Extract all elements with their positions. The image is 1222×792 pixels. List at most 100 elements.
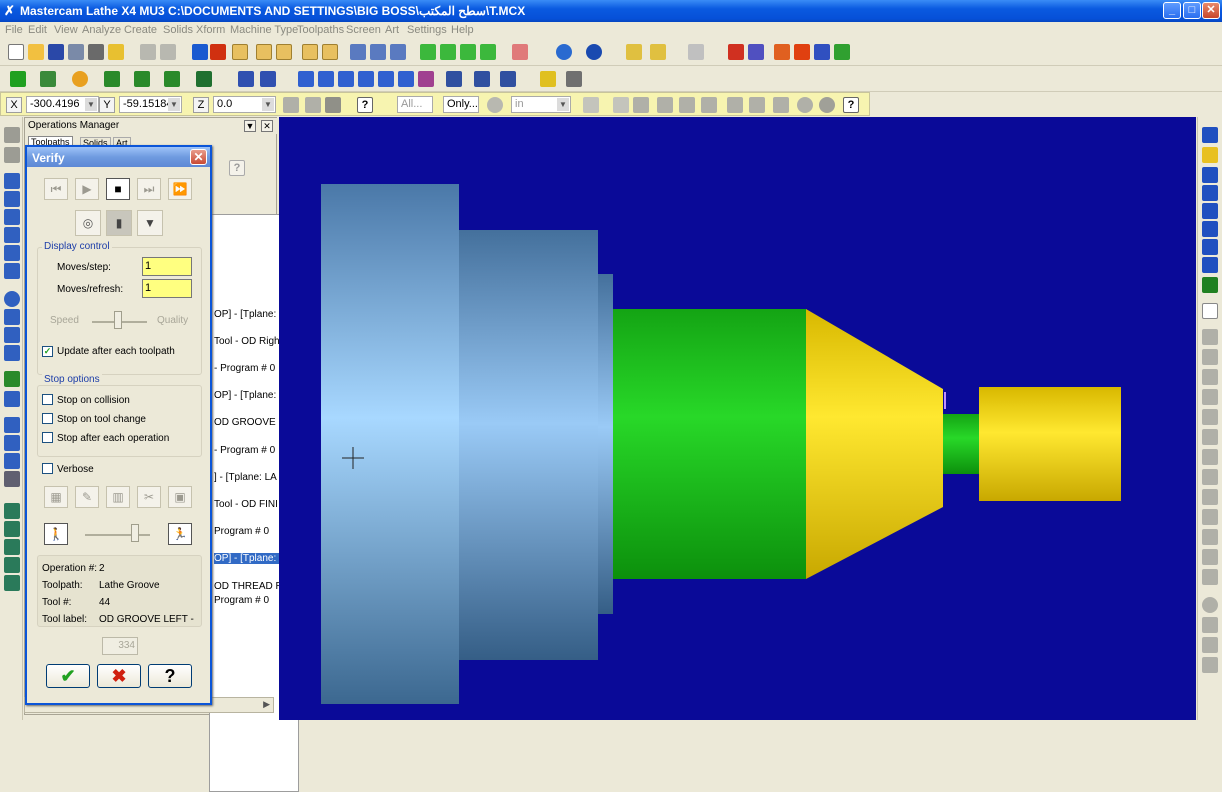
array-tool-icon[interactable] xyxy=(4,327,20,343)
surface-tool-icon[interactable] xyxy=(4,227,20,243)
disabled-icon-7[interactable] xyxy=(1202,449,1218,465)
fit-view-icon[interactable] xyxy=(192,44,208,60)
solid-tool-icon[interactable]: ▮ xyxy=(106,210,132,236)
fast-point-icon[interactable] xyxy=(283,97,299,113)
x-coord-input[interactable]: -300.4196 ▼ xyxy=(26,96,99,113)
verify-close-button[interactable]: ✕ xyxy=(190,149,207,165)
loft-tool-icon[interactable] xyxy=(4,521,20,537)
toolpath-icon-2[interactable] xyxy=(1202,147,1218,163)
spring-tool-icon[interactable] xyxy=(4,345,20,361)
toolpath-icon-5[interactable] xyxy=(1202,203,1218,219)
select-verify-icon[interactable] xyxy=(773,97,789,113)
tree-item[interactable]: ] - [Tplane: LA xyxy=(214,472,277,483)
step-forward-button[interactable]: ⏭ xyxy=(137,178,161,200)
view-tool-2-icon[interactable] xyxy=(370,44,386,60)
menu-machine-type[interactable]: Machine Type xyxy=(230,24,298,36)
step-mode-icon[interactable]: 🚶 xyxy=(44,523,68,545)
tree-item[interactable]: - Program # 0 xyxy=(214,445,275,456)
view-tool-icon[interactable] xyxy=(350,44,366,60)
menu-solids[interactable]: Solids xyxy=(163,24,193,36)
move-tool-icon[interactable] xyxy=(4,309,20,325)
menu-edit[interactable]: Edit xyxy=(28,24,47,36)
verify-cut-icon[interactable]: ✂ xyxy=(137,486,161,508)
verify-chart-icon[interactable]: ▥ xyxy=(106,486,130,508)
verbose-checkbox[interactable] xyxy=(42,463,53,474)
ruled-tool-icon[interactable] xyxy=(4,557,20,573)
disabled-icon-6[interactable] xyxy=(1202,429,1218,445)
tree-item[interactable]: - Program # 0 xyxy=(214,363,275,374)
chevron-down-icon[interactable]: ▼ xyxy=(262,98,274,111)
disabled-icon-16[interactable] xyxy=(1202,637,1218,653)
line-icon[interactable] xyxy=(40,71,56,87)
top-view-icon[interactable] xyxy=(420,44,436,60)
stop-button[interactable]: ■ xyxy=(106,178,130,200)
chart-tool-icon[interactable] xyxy=(4,371,20,387)
post-icon[interactable] xyxy=(834,44,850,60)
ok-button[interactable]: ✔ xyxy=(46,664,90,688)
select-last-icon[interactable] xyxy=(749,97,765,113)
sweep-tool-icon[interactable] xyxy=(4,503,20,519)
grid-tool-icon[interactable] xyxy=(4,435,20,451)
verify-tool-icon[interactable]: ✎ xyxy=(75,486,99,508)
disabled-icon-1[interactable] xyxy=(1202,329,1218,345)
fillet-icon[interactable] xyxy=(104,71,120,87)
analyze-icon[interactable] xyxy=(626,44,642,60)
view-tool-3-icon[interactable] xyxy=(390,44,406,60)
tree-item[interactable]: OP] - [Tplane: L xyxy=(214,309,285,320)
scroll-right-icon[interactable]: ▶ xyxy=(263,699,270,710)
note-icon[interactable] xyxy=(500,71,516,87)
minimize-button[interactable]: _ xyxy=(1163,2,1181,19)
select-only-button[interactable]: Only... xyxy=(443,96,479,113)
tree-item[interactable]: Program # 0 xyxy=(214,526,269,537)
help-button[interactable]: ? xyxy=(148,664,192,688)
new-file-icon[interactable] xyxy=(8,44,24,60)
disabled-icon-13[interactable] xyxy=(1202,569,1218,585)
tree-item[interactable]: OD THREAD R xyxy=(214,581,283,592)
disabled-icon-17[interactable] xyxy=(1202,657,1218,673)
disabled-icon-12[interactable] xyxy=(1202,549,1218,565)
xform-mirror-icon[interactable] xyxy=(318,71,334,87)
select-clear-icon[interactable] xyxy=(797,97,813,113)
lathe-tool-icon[interactable] xyxy=(540,71,556,87)
point-icon[interactable] xyxy=(10,71,26,87)
z-coord-input[interactable]: 0.0 ▼ xyxy=(213,96,276,113)
verify-save-icon[interactable]: ▣ xyxy=(168,486,192,508)
fast-forward-button[interactable]: ⏩ xyxy=(168,178,192,200)
point-tool-icon[interactable] xyxy=(4,191,20,207)
select-chain-icon[interactable] xyxy=(613,97,629,113)
xform-rotate-icon[interactable] xyxy=(338,71,354,87)
disabled-icon-9[interactable] xyxy=(1202,489,1218,505)
zoom-target-icon[interactable] xyxy=(256,44,272,60)
select-vector-icon[interactable] xyxy=(727,97,743,113)
chevron-down-icon[interactable]: ▼ xyxy=(557,98,569,111)
settings-gear-icon[interactable] xyxy=(487,97,503,113)
menu-help[interactable]: Help xyxy=(451,24,474,36)
zoom-out-icon[interactable] xyxy=(302,44,318,60)
view-tool-icon[interactable] xyxy=(4,471,20,487)
toolpath-icon-6[interactable] xyxy=(1202,221,1218,237)
rect-tool-icon[interactable] xyxy=(4,173,20,189)
tree-item[interactable]: OP] - [Tplane: I xyxy=(214,390,282,401)
revolve-tool-icon[interactable] xyxy=(4,539,20,555)
select-area-icon[interactable] xyxy=(701,97,717,113)
front-view-icon[interactable] xyxy=(440,44,456,60)
speed-quality-slider-thumb[interactable] xyxy=(114,311,122,329)
select-help-icon[interactable]: ? xyxy=(843,97,859,113)
disabled-icon-15[interactable] xyxy=(1202,617,1218,633)
help-pointer-icon[interactable] xyxy=(728,44,744,60)
edit-tool-icon[interactable] xyxy=(108,44,124,60)
ops-help-icon[interactable]: ? xyxy=(229,160,245,176)
speed-slider-thumb[interactable] xyxy=(131,524,139,542)
repaint-icon[interactable] xyxy=(210,44,226,60)
verify-play-icon[interactable] xyxy=(794,44,810,60)
wireframe-tool-icon[interactable]: ◎ xyxy=(75,210,101,236)
redo-icon[interactable] xyxy=(160,44,176,60)
solid-tool-icon[interactable] xyxy=(4,209,20,225)
y-coord-input[interactable]: -59.15184 ▼ xyxy=(119,96,182,113)
tree-item[interactable]: Tool - OD Righ xyxy=(214,336,280,347)
print-icon[interactable] xyxy=(88,44,104,60)
help-icon[interactable]: ? xyxy=(357,97,373,113)
moves-step-input[interactable]: 1 xyxy=(142,257,192,276)
wireframe-icon[interactable] xyxy=(556,44,572,60)
break-icon[interactable] xyxy=(260,71,276,87)
